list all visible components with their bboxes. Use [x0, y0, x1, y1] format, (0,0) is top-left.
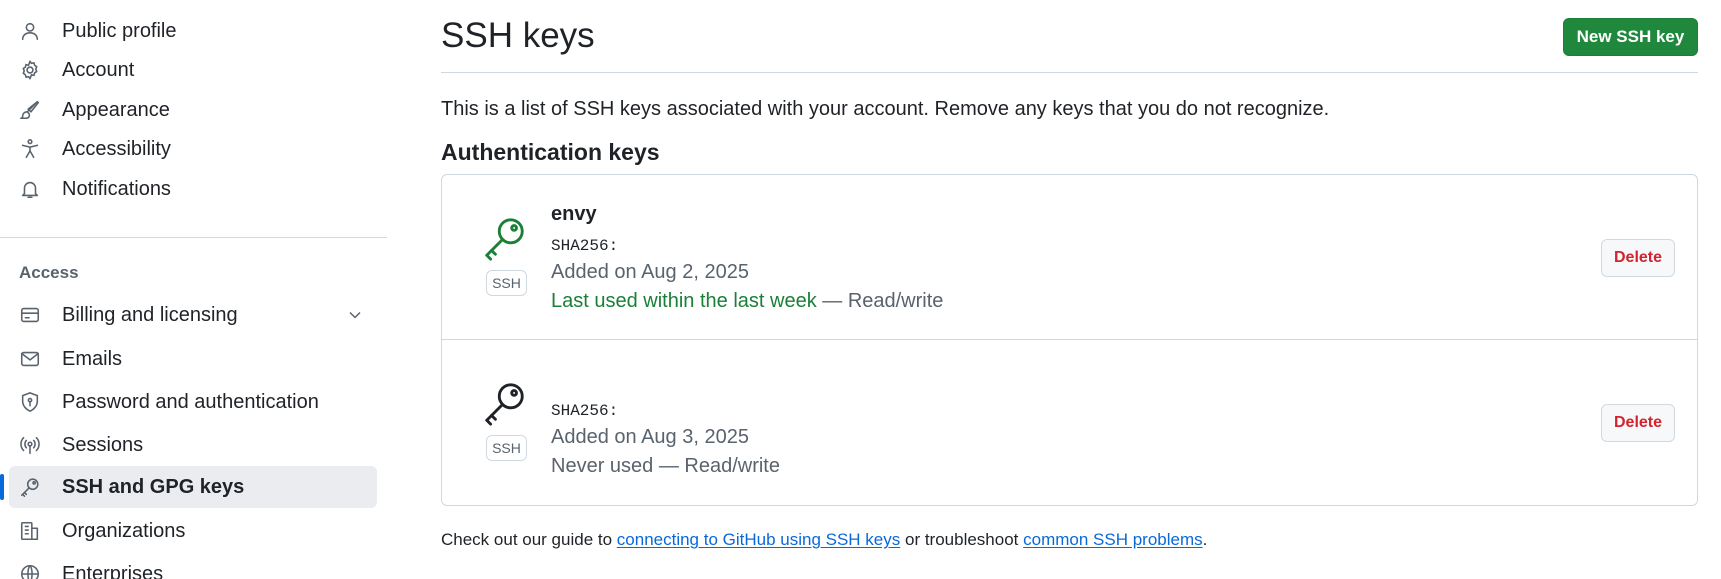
key-added-date: Added on Aug 2, 2025	[551, 261, 749, 283]
sidebar-item-label: Appearance	[62, 98, 170, 121]
page-description: This is a list of SSH keys associated wi…	[441, 98, 1330, 120]
common-ssh-problems-link[interactable]: common SSH problems	[1023, 530, 1203, 549]
sidebar-item-public-profile[interactable]: Public profile	[9, 10, 377, 52]
ssh-badge: SSH	[486, 270, 527, 296]
sidebar-item-ssh-gpg-keys[interactable]: SSH and GPG keys	[0, 466, 377, 508]
key-fingerprint: SHA256:	[551, 237, 619, 255]
globe-icon	[18, 562, 42, 579]
page-title: SSH keys	[441, 16, 595, 55]
sidebar-item-label: Billing and licensing	[62, 303, 238, 326]
key-title: envy	[551, 203, 597, 225]
key-access-level: — Read/write	[816, 290, 944, 312]
sidebar-divider	[0, 237, 387, 238]
sidebar-item-label: SSH and GPG keys	[62, 475, 245, 498]
accessibility-icon	[18, 137, 42, 161]
key-access-level: Never used — Read/write	[551, 455, 780, 477]
key-usage: Never used — Read/write	[551, 455, 780, 478]
title-divider	[441, 72, 1698, 73]
connecting-ssh-guide-link[interactable]: connecting to GitHub using SSH keys	[617, 530, 900, 549]
key-icon	[18, 475, 42, 499]
new-ssh-key-button[interactable]: New SSH key	[1563, 18, 1698, 56]
paintbrush-icon	[18, 98, 42, 122]
sidebar-item-notifications[interactable]: Notifications	[9, 168, 377, 210]
sidebar-item-appearance[interactable]: Appearance	[9, 89, 377, 131]
sidebar-item-sessions[interactable]: Sessions	[9, 424, 377, 466]
sidebar-item-password-auth[interactable]: Password and authentication	[9, 381, 377, 423]
key-fingerprint: SHA256:	[551, 402, 619, 420]
ssh-keys-list: SSH envy SHA256: Added on Aug 2, 2025 La…	[441, 174, 1698, 506]
sidebar-item-label: Emails	[62, 347, 123, 370]
sidebar-item-billing[interactable]: Billing and licensing	[9, 294, 377, 336]
main-content: SSH keys New SSH key This is a list of S…	[441, 0, 1698, 579]
sidebar-item-label: Enterprises	[62, 562, 164, 579]
gear-icon	[18, 58, 42, 82]
shield-lock-icon	[18, 390, 42, 414]
sidebar-item-label: Accessibility	[62, 137, 171, 160]
authentication-keys-heading: Authentication keys	[441, 139, 660, 165]
broadcast-icon	[18, 433, 42, 457]
ssh-key-row: SSH envy SHA256: Added on Aug 2, 2025 La…	[442, 175, 1697, 340]
delete-key-button[interactable]: Delete	[1601, 239, 1675, 277]
footer-help-text: Check out our guide to connecting to Git…	[441, 530, 1207, 550]
sidebar-item-account[interactable]: Account	[9, 49, 377, 91]
person-icon	[18, 19, 42, 43]
sidebar-item-label: Password and authentication	[62, 390, 319, 413]
sidebar-item-label: Public profile	[62, 19, 177, 42]
organization-icon	[18, 519, 42, 543]
sidebar-item-emails[interactable]: Emails	[9, 338, 377, 380]
delete-key-button[interactable]: Delete	[1601, 404, 1675, 442]
ssh-badge: SSH	[486, 435, 527, 461]
footer-text: Check out our guide to	[441, 530, 617, 549]
sidebar-item-label: Notifications	[62, 177, 171, 200]
chevron-down-icon[interactable]	[345, 305, 365, 325]
key-last-used: Last used within the last week	[551, 290, 817, 312]
settings-sidebar: Public profile Account Appearance Access…	[0, 0, 387, 579]
key-icon	[482, 380, 528, 426]
footer-text: or troubleshoot	[900, 530, 1024, 549]
sidebar-section-heading-access: Access	[19, 263, 79, 282]
sidebar-item-label: Sessions	[62, 433, 144, 456]
sidebar-item-accessibility[interactable]: Accessibility	[9, 128, 377, 170]
sidebar-item-organizations[interactable]: Organizations	[9, 510, 377, 552]
sidebar-item-label: Organizations	[62, 519, 186, 542]
key-usage: Last used within the last week — Read/wr…	[551, 290, 943, 313]
key-icon	[482, 215, 528, 261]
mail-icon	[18, 347, 42, 371]
key-added-date: Added on Aug 3, 2025	[551, 426, 749, 448]
sidebar-item-label: Account	[62, 58, 135, 81]
settings-page: Public profile Account Appearance Access…	[0, 0, 1721, 579]
footer-text: .	[1202, 530, 1208, 549]
sidebar-item-enterprises[interactable]: Enterprises	[9, 553, 377, 579]
bell-icon	[18, 177, 42, 201]
ssh-key-row: SSH SHA256: Added on Aug 3, 2025 Never u…	[442, 340, 1697, 505]
credit-card-icon	[18, 303, 42, 327]
